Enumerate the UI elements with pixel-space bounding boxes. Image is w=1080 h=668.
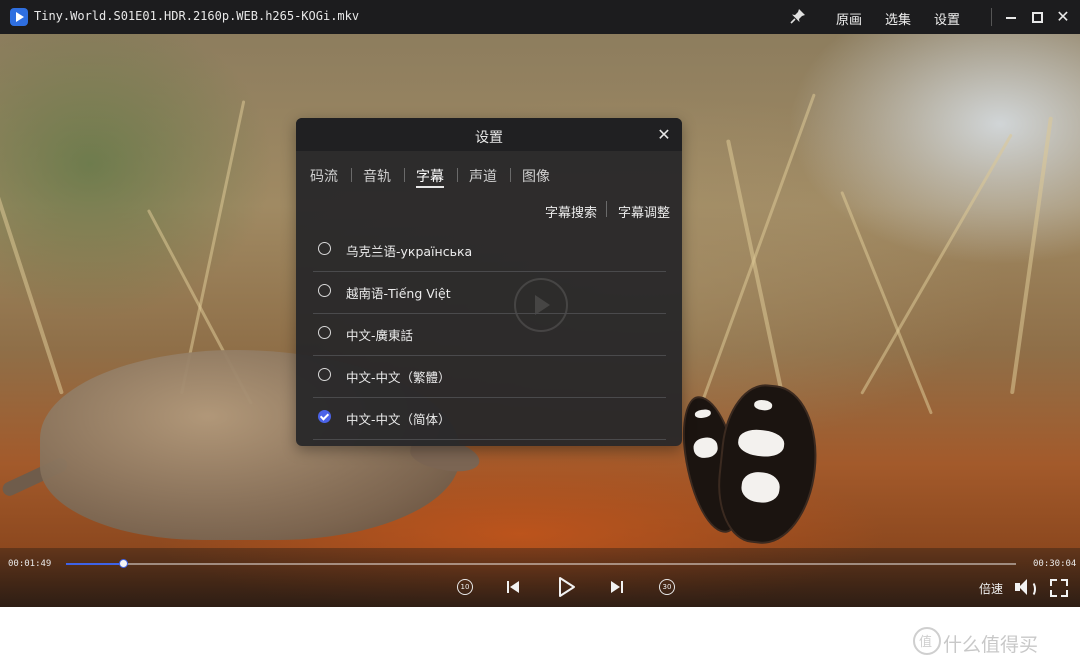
title-bar: Tiny.World.S01E01.HDR.2160p.WEB.h265-KOG…: [0, 0, 1080, 34]
subtitle-option-selected[interactable]: 中文-中文（简体）: [313, 397, 666, 440]
tab-audio-channel[interactable]: 声道: [469, 166, 497, 186]
fullscreen-corner: [1061, 579, 1068, 586]
close-window-button[interactable]: ✕: [1054, 8, 1072, 26]
subtitle-option[interactable]: 越南语-Tiếng Việt: [313, 271, 666, 314]
tab-bitrate[interactable]: 码流: [310, 166, 338, 186]
subtitle-option[interactable]: 中文-廣東話: [313, 313, 666, 356]
maximize-button[interactable]: [1028, 8, 1046, 26]
rewind-10-icon[interactable]: 10: [457, 579, 473, 595]
previous-bar: [507, 581, 509, 593]
menu-settings[interactable]: 设置: [934, 9, 960, 28]
active-tab-underline: [416, 186, 444, 188]
pin-icon[interactable]: [789, 8, 807, 26]
progress-handle[interactable]: [119, 559, 129, 568]
watermark-logo-icon: [913, 627, 941, 655]
forward-30-icon[interactable]: 30: [659, 579, 675, 595]
tab-image[interactable]: 图像: [522, 166, 550, 186]
tab-divider: [510, 168, 511, 182]
playback-controls: 00:01:49 00:30:04 10 30 倍速: [0, 548, 1080, 607]
fullscreen-corner: [1050, 590, 1057, 597]
next-triangle: [611, 581, 620, 593]
radio-icon[interactable]: [318, 326, 331, 339]
progress-bar[interactable]: [66, 559, 1016, 568]
dialog-title: 设置: [475, 130, 503, 146]
watermark-text: 什么值得买: [943, 634, 1039, 656]
subtitle-option[interactable]: 乌克兰语-українська: [313, 229, 666, 272]
fullscreen-corner: [1061, 590, 1068, 597]
dialog-close-button[interactable]: ✕: [654, 125, 674, 145]
fullscreen-corner: [1050, 579, 1057, 586]
tab-audio-track[interactable]: 音轨: [363, 166, 391, 186]
menu-episodes[interactable]: 选集: [885, 9, 911, 28]
pin-glyph: [790, 9, 805, 24]
tab-divider: [404, 168, 405, 182]
total-time: 00:30:04: [1033, 559, 1077, 569]
video-player: Tiny.World.S01E01.HDR.2160p.WEB.h265-KOG…: [0, 0, 1080, 607]
next-bar: [621, 581, 623, 593]
previous-icon[interactable]: [504, 576, 526, 598]
subtitle-option-label: 中文-中文（简体）: [346, 412, 451, 427]
dialog-header: 设置 ✕: [296, 118, 682, 151]
progress-fill: [66, 563, 124, 565]
tab-divider: [351, 168, 352, 182]
settings-dialog: 设置 ✕ 码流 音轨 字幕 声道 图像 字幕搜索 字幕调整 乌克兰语-украї…: [296, 118, 682, 446]
tab-subtitles[interactable]: 字幕: [416, 166, 444, 186]
play-glyph: [559, 577, 575, 597]
volume-icon[interactable]: [1013, 576, 1036, 598]
action-divider: [606, 201, 607, 217]
player-logo-icon: [10, 8, 28, 26]
subtitle-option[interactable]: 中文-中文（繁體）: [313, 355, 666, 398]
file-title: Tiny.World.S01E01.HDR.2160p.WEB.h265-KOG…: [34, 9, 360, 23]
radio-icon[interactable]: [318, 284, 331, 297]
subtitle-option-label: 乌克兰语-українська: [346, 244, 473, 259]
menu-original-quality[interactable]: 原画: [836, 9, 862, 28]
radio-icon[interactable]: [318, 368, 331, 381]
subtitle-search-button[interactable]: 字幕搜索: [545, 202, 597, 221]
subtitle-option-label: 越南语-Tiếng Việt: [346, 286, 451, 301]
subtitle-option-label: 中文-廣東話: [346, 328, 414, 343]
volume-wave: [1026, 581, 1036, 597]
subtitle-option-label: 中文-中文（繁體）: [346, 370, 451, 385]
titlebar-divider: [991, 8, 992, 26]
fullscreen-icon[interactable]: [1048, 576, 1070, 598]
radio-checked-icon[interactable]: [318, 410, 331, 423]
subtitle-adjust-button[interactable]: 字幕调整: [618, 202, 670, 221]
play-icon[interactable]: [554, 575, 578, 599]
minimize-button[interactable]: [1002, 8, 1020, 26]
current-time: 00:01:49: [8, 559, 52, 569]
tab-divider: [457, 168, 458, 182]
next-icon[interactable]: [606, 576, 628, 598]
playback-speed-button[interactable]: 倍速: [979, 580, 1003, 597]
previous-triangle: [510, 581, 519, 593]
radio-icon[interactable]: [318, 242, 331, 255]
